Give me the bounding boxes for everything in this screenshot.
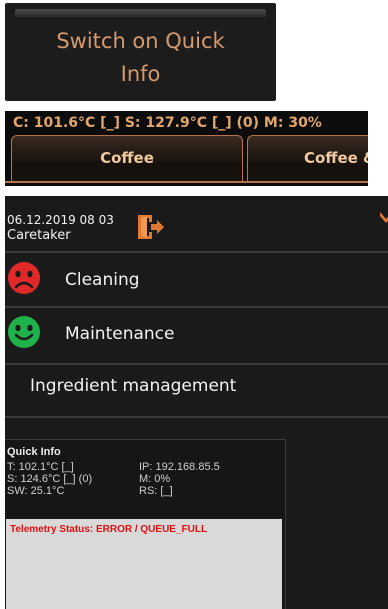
- tab-underline: [5, 181, 368, 183]
- quick-info-value: SW: 25.1°C: [7, 485, 65, 497]
- menu-item-label: Cleaning: [65, 270, 140, 290]
- row-divider: [5, 363, 388, 365]
- button-top-strip: [15, 9, 266, 17]
- status-and-tabs-panel: C: 101.6°C [_] S: 127.9°C [_] (0) M: 30%…: [5, 111, 368, 186]
- quick-info-title: Quick Info: [7, 446, 61, 458]
- switch-quick-info-label: Switch on Quick Info: [56, 29, 225, 86]
- menu-item-label: Ingredient management: [30, 376, 237, 396]
- happy-face-icon: [8, 316, 40, 348]
- partial-edge-icon: [380, 212, 388, 223]
- tab-coffee-and[interactable]: Coffee &: [247, 135, 368, 181]
- quick-info-value: T: 102.1°C [_]: [7, 461, 74, 473]
- menu-item-label: Maintenance: [65, 324, 175, 344]
- row-divider: [5, 416, 388, 418]
- telemetry-status-text: Telemetry Status: ERROR / QUEUE_FULL: [10, 524, 208, 535]
- row-divider: [5, 251, 388, 253]
- quick-info-value: IP: 192.168.85.5: [139, 461, 220, 473]
- sad-face-icon: [8, 262, 40, 294]
- tab-coffee[interactable]: Coffee: [11, 135, 243, 181]
- quick-info-value: S: 124.6°C [_] (0): [7, 473, 93, 485]
- datetime-text: 06.12.2019 08 03: [7, 213, 114, 227]
- quick-info-value: RS: [_]: [139, 485, 173, 497]
- switch-quick-info-button[interactable]: Switch on Quick Info: [5, 3, 276, 101]
- menu-item-cleaning[interactable]: Cleaning: [5, 256, 388, 304]
- menu-item-maintenance[interactable]: Maintenance: [5, 310, 388, 358]
- main-menu-panel: 06.12.2019 08 03 Caretaker Cleaning Main…: [5, 196, 388, 609]
- telemetry-status-box: Telemetry Status: ERROR / QUEUE_FULL: [6, 519, 282, 609]
- quick-info-value: M: 0%: [139, 473, 171, 485]
- menu-item-ingredient-management[interactable]: Ingredient management: [5, 366, 388, 414]
- logout-icon[interactable]: [132, 212, 166, 242]
- quick-info-box: Quick Info T: 102.1°C [_] S: 124.6°C [_]…: [5, 439, 286, 609]
- user-name: Caretaker: [7, 228, 71, 243]
- row-divider: [5, 306, 388, 308]
- status-bar-text: C: 101.6°C [_] S: 127.9°C [_] (0) M: 30%: [13, 115, 322, 131]
